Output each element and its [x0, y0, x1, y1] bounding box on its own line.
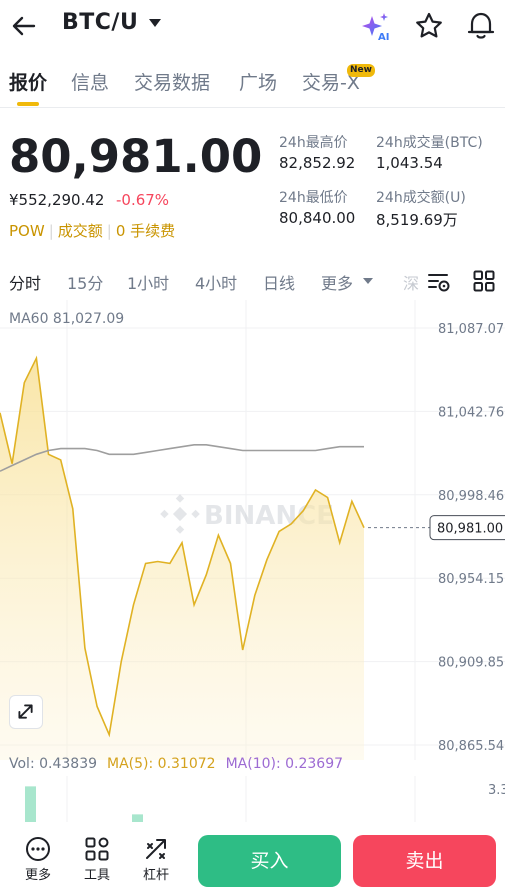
tools-button[interactable]: 工具 — [77, 836, 117, 883]
volume-bar — [132, 814, 143, 822]
tag-zero-fee[interactable]: 0 手续费 — [116, 222, 175, 240]
y-tick-label: 80,909.85 — [438, 656, 504, 671]
stat-vol-u-label: 24h成交额(U) — [376, 190, 466, 206]
volume-ma10: MA(10): 0.23697 — [225, 756, 344, 772]
layout-grid-icon[interactable] — [472, 269, 496, 293]
interval-1h[interactable]: 1小时 — [127, 270, 169, 294]
volume-value: Vol: 0.43839 — [9, 756, 98, 772]
price-chart[interactable]: BINANCE 81,087.0781,042.7680,998.4680,95… — [0, 300, 505, 760]
sell-button[interactable]: 卖出 — [353, 835, 496, 887]
leverage-button[interactable]: 杠杆 — [136, 836, 176, 883]
stat-low-value: 80,840.00 — [279, 209, 356, 227]
header: BTC/U AI — [0, 0, 505, 52]
interval-depth[interactable]: 深 — [403, 270, 419, 294]
main-tabs: 报价 信息 交易数据 广场 交易-X — [0, 62, 505, 108]
more-dots-icon — [26, 837, 50, 861]
tools-grid-icon — [85, 837, 109, 861]
expand-chart-button[interactable] — [9, 695, 43, 729]
new-badge: New — [347, 64, 375, 77]
ma60-label: MA60 81,027.09 — [9, 311, 125, 327]
bell-notification-icon[interactable] — [466, 10, 496, 40]
back-arrow-icon[interactable] — [10, 12, 38, 40]
price-cny: ¥552,290.42 — [9, 191, 105, 209]
active-tab-indicator — [17, 102, 39, 106]
price-area — [0, 358, 364, 760]
stat-vol-u-value: 8,519.69万 — [376, 211, 458, 229]
current-price-tag: 80,981.00 — [429, 515, 505, 541]
y-tick-label: 81,087.07 — [438, 322, 504, 337]
tag-divider: | — [48, 222, 54, 240]
expand-icon — [18, 704, 33, 719]
tag-divider: | — [106, 222, 112, 240]
tag-row: POW | 成交额 | 0 手续费 — [9, 220, 175, 241]
y-tick-label: 81,042.76 — [438, 405, 504, 420]
volume-legend: Vol: 0.43839 MA(5): 0.31072 MA(10): 0.2369… — [9, 756, 343, 772]
tools-label: 工具 — [83, 868, 110, 883]
last-price: 80,981.00 — [9, 130, 263, 183]
tag-volume[interactable]: 成交额 — [58, 222, 103, 240]
volume-chart — [25, 776, 416, 822]
interval-more[interactable]: 更多 — [321, 270, 353, 294]
stat-vol-btc-label: 24h成交量(BTC) — [376, 135, 483, 151]
tag-pow[interactable]: POW — [9, 222, 45, 240]
ai-sparkle-icon[interactable]: AI — [360, 10, 392, 42]
indicator-settings-icon[interactable] — [426, 270, 452, 294]
volume-ma5: MA(5): 0.31072 — [107, 756, 216, 772]
tab-square[interactable]: 广场 — [239, 68, 277, 95]
interval-4h[interactable]: 4小时 — [195, 270, 237, 294]
bottom-action-bar: 更多 工具 杠杆 买入 卖出 — [0, 822, 505, 888]
more-label: 更多 — [24, 868, 51, 883]
interval-daily[interactable]: 日线 — [263, 270, 295, 294]
pair-title[interactable]: BTC/U — [62, 10, 138, 35]
volume-axis-max: 3.3 — [488, 783, 505, 798]
tab-trading-data[interactable]: 交易数据 — [134, 68, 210, 95]
stat-high-label: 24h最高价 — [279, 135, 348, 151]
y-tick-label: 80,865.54 — [438, 739, 504, 754]
chevron-down-icon[interactable] — [148, 17, 162, 29]
y-tick-label: 80,998.46 — [438, 489, 504, 504]
price-change-percent: -0.67% — [116, 191, 170, 209]
chevron-down-icon[interactable] — [363, 277, 373, 285]
y-tick-label: 80,954.15 — [438, 572, 504, 587]
svg-text:AI: AI — [378, 32, 389, 42]
buy-button[interactable]: 买入 — [198, 835, 341, 887]
interval-15m[interactable]: 15分 — [67, 270, 103, 294]
tab-quote[interactable]: 报价 — [9, 68, 47, 95]
more-menu-button[interactable]: 更多 — [18, 836, 58, 883]
leverage-icon — [146, 839, 166, 859]
stat-low-label: 24h最低价 — [279, 190, 348, 206]
interval-time-share[interactable]: 分时 — [9, 270, 41, 294]
current-price-value: 80,981.00 — [437, 522, 503, 537]
volume-bar — [25, 786, 36, 822]
stat-high-value: 82,852.92 — [279, 154, 356, 172]
star-favorite-icon[interactable] — [414, 11, 444, 41]
tab-info[interactable]: 信息 — [71, 68, 109, 95]
stat-vol-btc-value: 1,043.54 — [376, 154, 443, 172]
leverage-label: 杠杆 — [142, 868, 169, 883]
